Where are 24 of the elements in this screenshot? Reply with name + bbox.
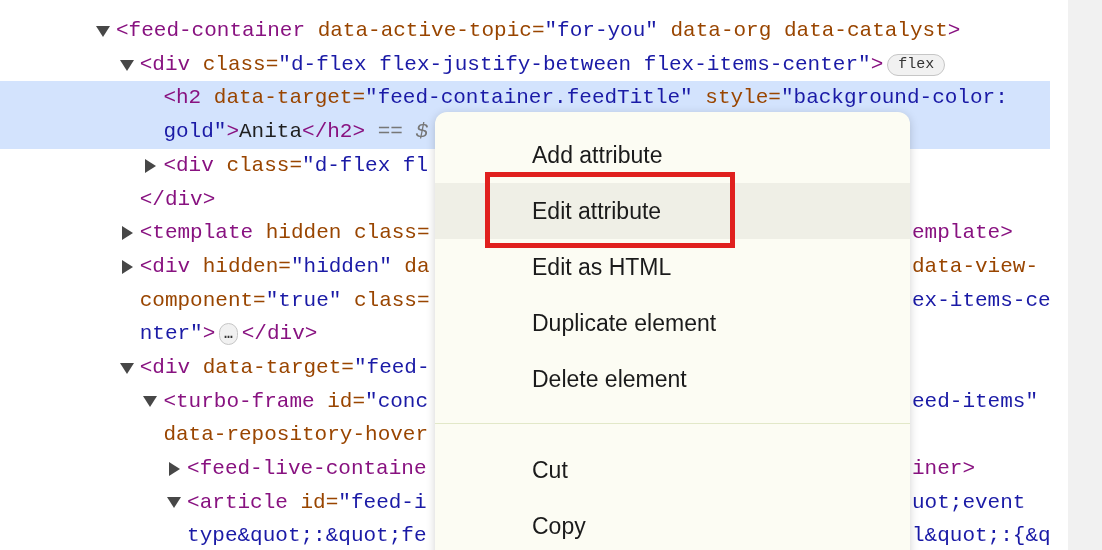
- code-text: <template hidden class=: [139, 220, 430, 247]
- code-text: <div data-target="feed-: [139, 354, 430, 381]
- code-text: <turbo-frame id="conc: [163, 388, 429, 415]
- code-text: <div hidden="hidden" da: [139, 253, 430, 280]
- code-text: eed-items": [912, 388, 1039, 415]
- code-text: <feed-container data-active-topic="for-you" data-org data-catalyst>: [116, 18, 961, 45]
- code-text: data-view-: [912, 253, 1039, 280]
- code-text: <article id="feed-i: [187, 489, 427, 516]
- code-text: <feed-live-containe: [187, 456, 427, 483]
- code-text: iner>: [912, 456, 975, 483]
- code-text: </div>: [139, 186, 216, 213]
- code-text: ex-items-ce: [912, 287, 1051, 314]
- code-text: gold">Anita</h2> == $: [163, 119, 429, 146]
- code-text: </div>: [241, 321, 318, 348]
- code-text: <div class="d-flex fl: [163, 152, 429, 179]
- code-text: data-repository-hover: [163, 422, 429, 449]
- code-text: <div class="d-flex flex-justify-between flex-items-center">: [139, 51, 884, 78]
- code-text: emplate>: [912, 220, 1013, 247]
- code-text: uot;event: [912, 489, 1026, 516]
- code-text: <h2 data-target="feed-container.feedTitle" style="background-color:: [163, 85, 1008, 112]
- code-text: component="true" class=: [139, 287, 430, 314]
- code-text: nter">: [139, 321, 216, 348]
- code-text: type&quot;:&quot;fe: [187, 523, 427, 550]
- code-text: l&quot;:{&q: [912, 523, 1051, 550]
